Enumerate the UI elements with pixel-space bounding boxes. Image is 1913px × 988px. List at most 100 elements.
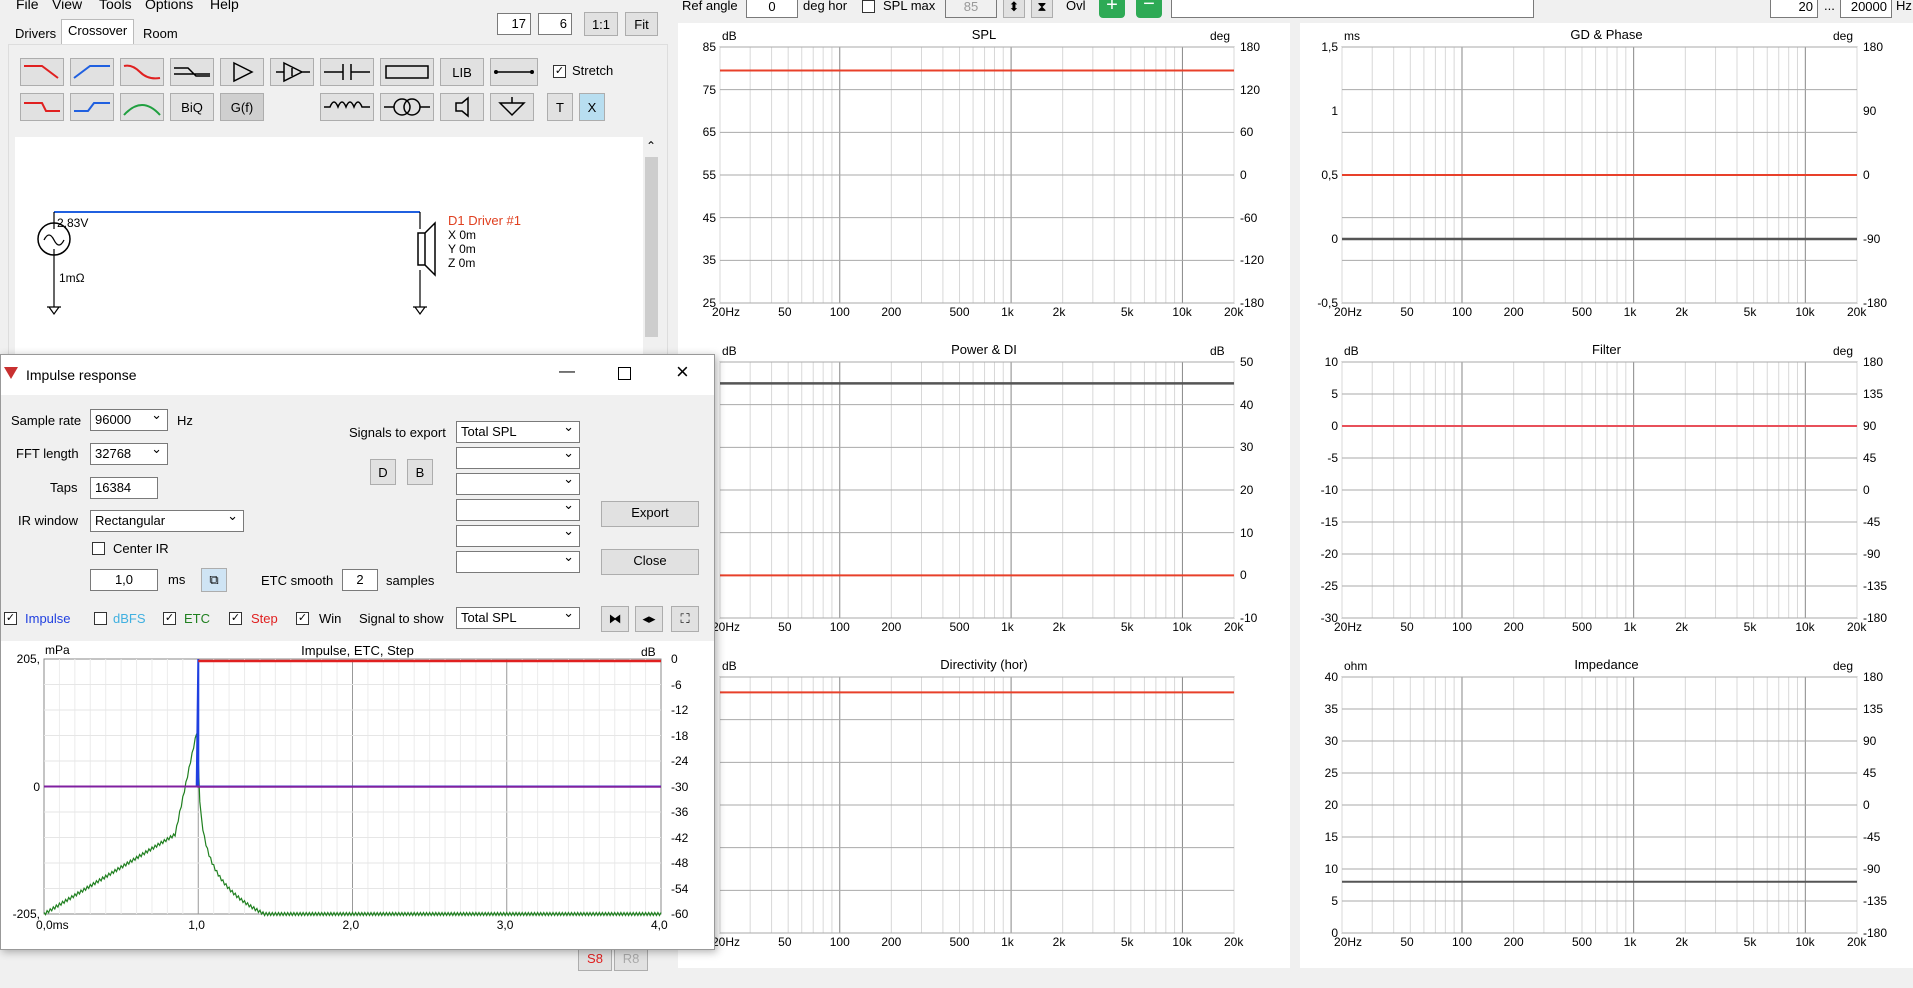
close-icon[interactable]: ×: [676, 359, 689, 385]
bandstop-button[interactable]: [120, 58, 164, 86]
center-ir-checkbox[interactable]: [92, 542, 105, 555]
copy-button[interactable]: ⧉: [201, 568, 227, 592]
shelf-button[interactable]: [170, 58, 214, 86]
scroll-thumb[interactable]: [645, 157, 658, 337]
signal-show-select[interactable]: Total SPL: [456, 605, 580, 629]
lowpass2-button[interactable]: [20, 93, 64, 121]
fft-length-select[interactable]: 32768: [90, 441, 168, 465]
lowpass-button[interactable]: [20, 58, 64, 86]
tab-room[interactable]: Room: [136, 22, 185, 44]
freq-low-input[interactable]: 20: [1770, 0, 1818, 18]
driver-name[interactable]: D1 Driver #1: [448, 213, 521, 228]
etc-smooth-input[interactable]: 2: [342, 569, 378, 591]
menu-file[interactable]: File: [16, 0, 39, 12]
transformer-button[interactable]: [380, 93, 434, 121]
resistor-button[interactable]: [380, 58, 434, 86]
etc-checkbox[interactable]: ✓: [163, 612, 176, 625]
capacitor-button[interactable]: [320, 58, 374, 86]
scroll-up-icon[interactable]: ⌃: [646, 139, 656, 153]
zoom-in-x-button[interactable]: ⧓: [601, 606, 629, 632]
tab-drivers[interactable]: Drivers: [8, 22, 63, 44]
dialog-titlebar: Impulse response — ×: [1, 355, 714, 395]
biq-button[interactable]: BiQ: [170, 93, 214, 121]
menu-options[interactable]: Options: [145, 0, 193, 12]
amp-button[interactable]: [220, 58, 264, 86]
lib-button[interactable]: LIB: [440, 58, 484, 86]
sample-rate-select[interactable]: 96000: [90, 407, 168, 431]
export-button[interactable]: Export: [601, 501, 699, 527]
freq-high-input[interactable]: 20000: [1840, 0, 1892, 18]
bandpass-button[interactable]: [120, 93, 164, 121]
speaker-button[interactable]: [440, 93, 484, 121]
inductor-button[interactable]: [320, 93, 374, 121]
close-button[interactable]: Close: [601, 549, 699, 575]
ir-y2tick: -42: [671, 830, 689, 845]
add-icon[interactable]: +: [1099, 0, 1125, 18]
source-voltage: 2,83V: [57, 216, 89, 230]
highpass-icon: [73, 65, 110, 79]
chart-3-xtick: 500: [1571, 620, 1592, 634]
minimize-icon[interactable]: —: [559, 363, 575, 381]
t-button[interactable]: T: [547, 93, 573, 121]
ir-left-unit: mPa: [45, 643, 70, 657]
schematic-canvas[interactable]: 2,83V 1mΩ D1 Driver #1 X 0m Y 0m Z 0m: [15, 137, 643, 359]
x-button[interactable]: X: [579, 93, 605, 121]
ground-button[interactable]: [490, 93, 534, 121]
amplifier-icon: [233, 61, 254, 83]
taps-input[interactable]: 16384: [90, 477, 158, 499]
zoom-fit-button[interactable]: Fit: [625, 12, 658, 36]
export-signal-4[interactable]: [456, 497, 580, 521]
shelf-icon: [174, 67, 210, 77]
highpass2-button[interactable]: [70, 93, 114, 121]
menu-view[interactable]: View: [52, 0, 82, 12]
stretch-checkbox[interactable]: ✓: [553, 65, 566, 78]
export-signal-6[interactable]: [456, 549, 580, 573]
buffer-button[interactable]: [270, 58, 314, 86]
spin-down-button[interactable]: ⧗: [1031, 0, 1053, 18]
chart-5-title: Impedance: [1574, 657, 1639, 672]
export-signal-2[interactable]: [456, 445, 580, 469]
deg-hor-label: deg hor: [803, 0, 848, 13]
tab-crossover[interactable]: Crossover: [61, 19, 135, 44]
chart-3-xtick: 10k: [1795, 620, 1815, 634]
maximize-icon[interactable]: [618, 367, 631, 380]
impulse-checkbox[interactable]: ✓: [4, 612, 17, 625]
chart-1-xtick: 5k: [1743, 305, 1757, 319]
export-signal-1[interactable]: Total SPL: [456, 419, 580, 443]
ir-y2tick: -6: [671, 677, 682, 692]
menu-help[interactable]: Help: [210, 0, 239, 12]
zoom-b-input[interactable]: 6: [538, 13, 572, 35]
highpass-button[interactable]: [70, 58, 114, 86]
export-signal-5[interactable]: [456, 523, 580, 547]
d-button[interactable]: D: [370, 459, 396, 485]
gf-button[interactable]: G(f): [220, 93, 264, 121]
chart-3-xtick: 5k: [1743, 620, 1757, 634]
remove-icon[interactable]: −: [1136, 0, 1162, 18]
etc-smooth-label: ETC smooth: [261, 573, 334, 588]
chart-0-xtick: 200: [881, 305, 902, 319]
spl-max-input[interactable]: 85: [945, 0, 997, 18]
wire-button[interactable]: [490, 58, 538, 86]
spl-max-checkbox[interactable]: [862, 0, 875, 13]
dbfs-checkbox[interactable]: [94, 612, 107, 625]
topbar-text-input[interactable]: [1171, 0, 1534, 18]
zoom-one-button[interactable]: 1:1: [584, 12, 618, 36]
menu-tools[interactable]: Tools: [99, 0, 132, 12]
zoom-out-x-button[interactable]: ◂▸: [635, 606, 663, 632]
b-button[interactable]: B: [407, 459, 433, 485]
export-signal-3[interactable]: [456, 471, 580, 495]
fullscreen-button[interactable]: ⛶: [671, 606, 699, 632]
schematic-scrollbar[interactable]: ⌃: [643, 137, 660, 359]
step-checkbox[interactable]: ✓: [229, 612, 242, 625]
chart-1-ytick: -0,5: [1317, 296, 1338, 310]
resistor-icon: [385, 65, 429, 79]
chart-5-y2tick: -90: [1863, 862, 1881, 876]
chart-0-ytick: 45: [702, 210, 716, 225]
chart-5-xtick: 20k: [1847, 935, 1867, 949]
ref-angle-input[interactable]: 0: [746, 0, 798, 18]
ms-input[interactable]: 1,0: [90, 569, 158, 591]
ir-window-select[interactable]: Rectangular: [90, 508, 244, 532]
spin-up-button[interactable]: ⬍: [1003, 0, 1025, 18]
win-checkbox[interactable]: ✓: [296, 612, 309, 625]
zoom-a-input[interactable]: 17: [497, 13, 531, 35]
